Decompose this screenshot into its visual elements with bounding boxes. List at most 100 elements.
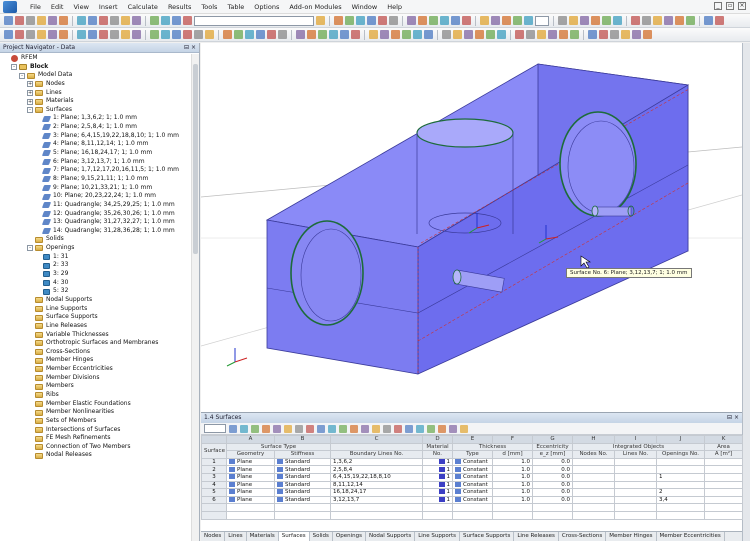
toolbar-button-icon[interactable] [183,30,192,39]
cell-area[interactable] [704,457,743,467]
tree-item[interactable]: Cross-Sections [0,348,192,357]
toolbar-button-icon[interactable] [340,30,349,39]
cell-nodes[interactable] [572,495,615,505]
cell-empty[interactable] [704,510,743,520]
tree-item[interactable]: 6: Plane; 3,12,13,7; 1; 1.0 mm [0,158,192,167]
table-tool-icon[interactable] [240,424,248,433]
cell-lines[interactable]: 1,3,6,2 [330,457,423,467]
cell-empty[interactable] [330,510,423,520]
toolbar-button-icon[interactable] [150,16,159,25]
cell-empty[interactable] [330,503,423,512]
collapse-icon[interactable]: - [11,63,17,70]
toolbar-button-icon[interactable] [172,30,181,39]
toolbar-button-icon[interactable] [88,16,97,25]
table-tool-icon[interactable] [405,424,413,433]
toolbar-button-icon[interactable] [256,30,265,39]
table-tool-icon[interactable] [262,424,270,433]
toolbar-button-icon[interactable] [570,30,579,39]
toolbar-button-icon[interactable] [183,16,192,25]
tab-solids[interactable]: Solids [310,532,333,541]
cell-mat[interactable]: 1 [422,480,453,490]
model-viewport[interactable] [201,43,742,412]
table-row[interactable]: 1 Plane Standard 1,3,6,2 1 Constant 1.0 0.0 [201,457,743,467]
cell-nodes[interactable] [572,472,615,482]
cell-empty[interactable] [226,503,275,512]
cell-ez[interactable]: 0.0 [532,472,573,482]
toolbar-button-icon[interactable] [686,16,695,25]
toolbar-button-icon[interactable] [15,16,24,25]
cell-stiffness[interactable]: Standard [274,495,331,505]
tree-item[interactable]: - Model Data [0,71,192,80]
cell-empty[interactable] [614,510,657,520]
panel-close-icon[interactable]: ⊟ × [727,414,739,422]
toolbar-button-icon[interactable] [453,30,462,39]
toolbar-button-icon[interactable] [88,30,97,39]
toolbar-button-icon[interactable] [132,30,141,39]
cell-ez[interactable]: 0.0 [532,495,573,505]
pin-close-icon[interactable]: ⊟ × [184,44,196,51]
cell-empty[interactable] [422,503,453,512]
toolbar-button-icon[interactable] [356,16,365,25]
menu-item-edit[interactable]: Edit [46,3,69,11]
toolbar-button-icon[interactable] [150,30,159,39]
toolbar-button-icon[interactable] [515,30,524,39]
cell-lnos[interactable] [614,472,657,482]
cell-empty[interactable] [452,510,493,520]
toolbar-button-icon[interactable] [351,30,360,39]
expand-icon[interactable]: + [27,89,33,96]
toolbar-button-icon[interactable] [429,16,438,25]
toolbar-button-icon[interactable] [442,30,451,39]
table-row-empty[interactable] [201,510,743,520]
toolbar-combo[interactable] [535,15,549,26]
cell-nodes[interactable] [572,480,615,490]
tube-right[interactable] [591,205,635,217]
tree-item[interactable]: FE Mesh Refinements [0,434,192,443]
tree-item[interactable]: + Nodes [0,80,192,89]
toolbar-button-icon[interactable] [26,30,35,39]
tree-item[interactable]: Member Divisions [0,374,192,383]
table-tool-icon[interactable] [273,424,281,433]
menu-item-window[interactable]: Window [347,3,383,11]
tree-item[interactable]: 13: Quadrangle; 31,27,32,27; 1; 1.0 mm [0,218,192,227]
tree-item[interactable]: RFEM [0,54,192,63]
toolbar-button-icon[interactable] [161,16,170,25]
tree-item[interactable]: Solids [0,235,192,244]
tree-item[interactable]: 2: 33 [0,261,192,270]
toolbar-button-icon[interactable] [413,30,422,39]
table-tool-icon[interactable] [339,424,347,433]
collapse-icon[interactable]: - [27,245,33,252]
toolbar-button-icon[interactable] [223,30,232,39]
cell-lines[interactable]: 8,11,12,14 [330,480,423,490]
menu-item-results[interactable]: Results [163,3,196,11]
cell-geometry[interactable]: Plane [226,480,275,490]
menu-item-file[interactable]: File [25,3,46,11]
toolbar-button-icon[interactable] [653,16,662,25]
toolbar-button-icon[interactable] [205,30,214,39]
tree-item[interactable]: Connection of Two Members [0,443,192,452]
cell-ez[interactable]: 0.0 [532,480,573,490]
toolbar-button-icon[interactable] [194,30,203,39]
toolbar-button-icon[interactable] [245,30,254,39]
tree-item[interactable]: 10: Plane; 20,23,22,24; 1; 1.0 mm [0,192,192,201]
navigator-scrollbar[interactable] [191,54,199,541]
toolbar-button-icon[interactable] [307,30,316,39]
cell-lines[interactable]: 6,4,15,19,22,18,8,10 [330,472,423,482]
toolbar-button-icon[interactable] [548,30,557,39]
cell-empty[interactable] [452,503,493,512]
tree-item[interactable]: 3: 29 [0,270,192,279]
cell-lines[interactable]: 16,18,24,17 [330,488,423,497]
toolbar-button-icon[interactable] [675,16,684,25]
tree-item[interactable]: 4: 30 [0,279,192,288]
toolbar-button-icon[interactable] [558,16,567,25]
toolbar-button-icon[interactable] [99,30,108,39]
table-row[interactable]: 6 Plane Standard 3,12,13,7 1 Constant 1.0 0.0 3,… [201,495,743,505]
tab-lines[interactable]: Lines [225,532,247,541]
cell-openings[interactable]: 1 [656,472,705,482]
toolbar-button-icon[interactable] [389,16,398,25]
cell-empty[interactable] [274,510,331,520]
cell-stiffness[interactable]: Standard [274,480,331,490]
tree-item[interactable]: 7: Plane; 1,7,12,17,20,16,11,5; 1; 1.0 m… [0,166,192,175]
cell-lines[interactable]: 3,12,13,7 [330,495,423,505]
toolbar-button-icon[interactable] [480,16,489,25]
tab-member-eccentricities[interactable]: Member Eccentricities [657,532,725,541]
